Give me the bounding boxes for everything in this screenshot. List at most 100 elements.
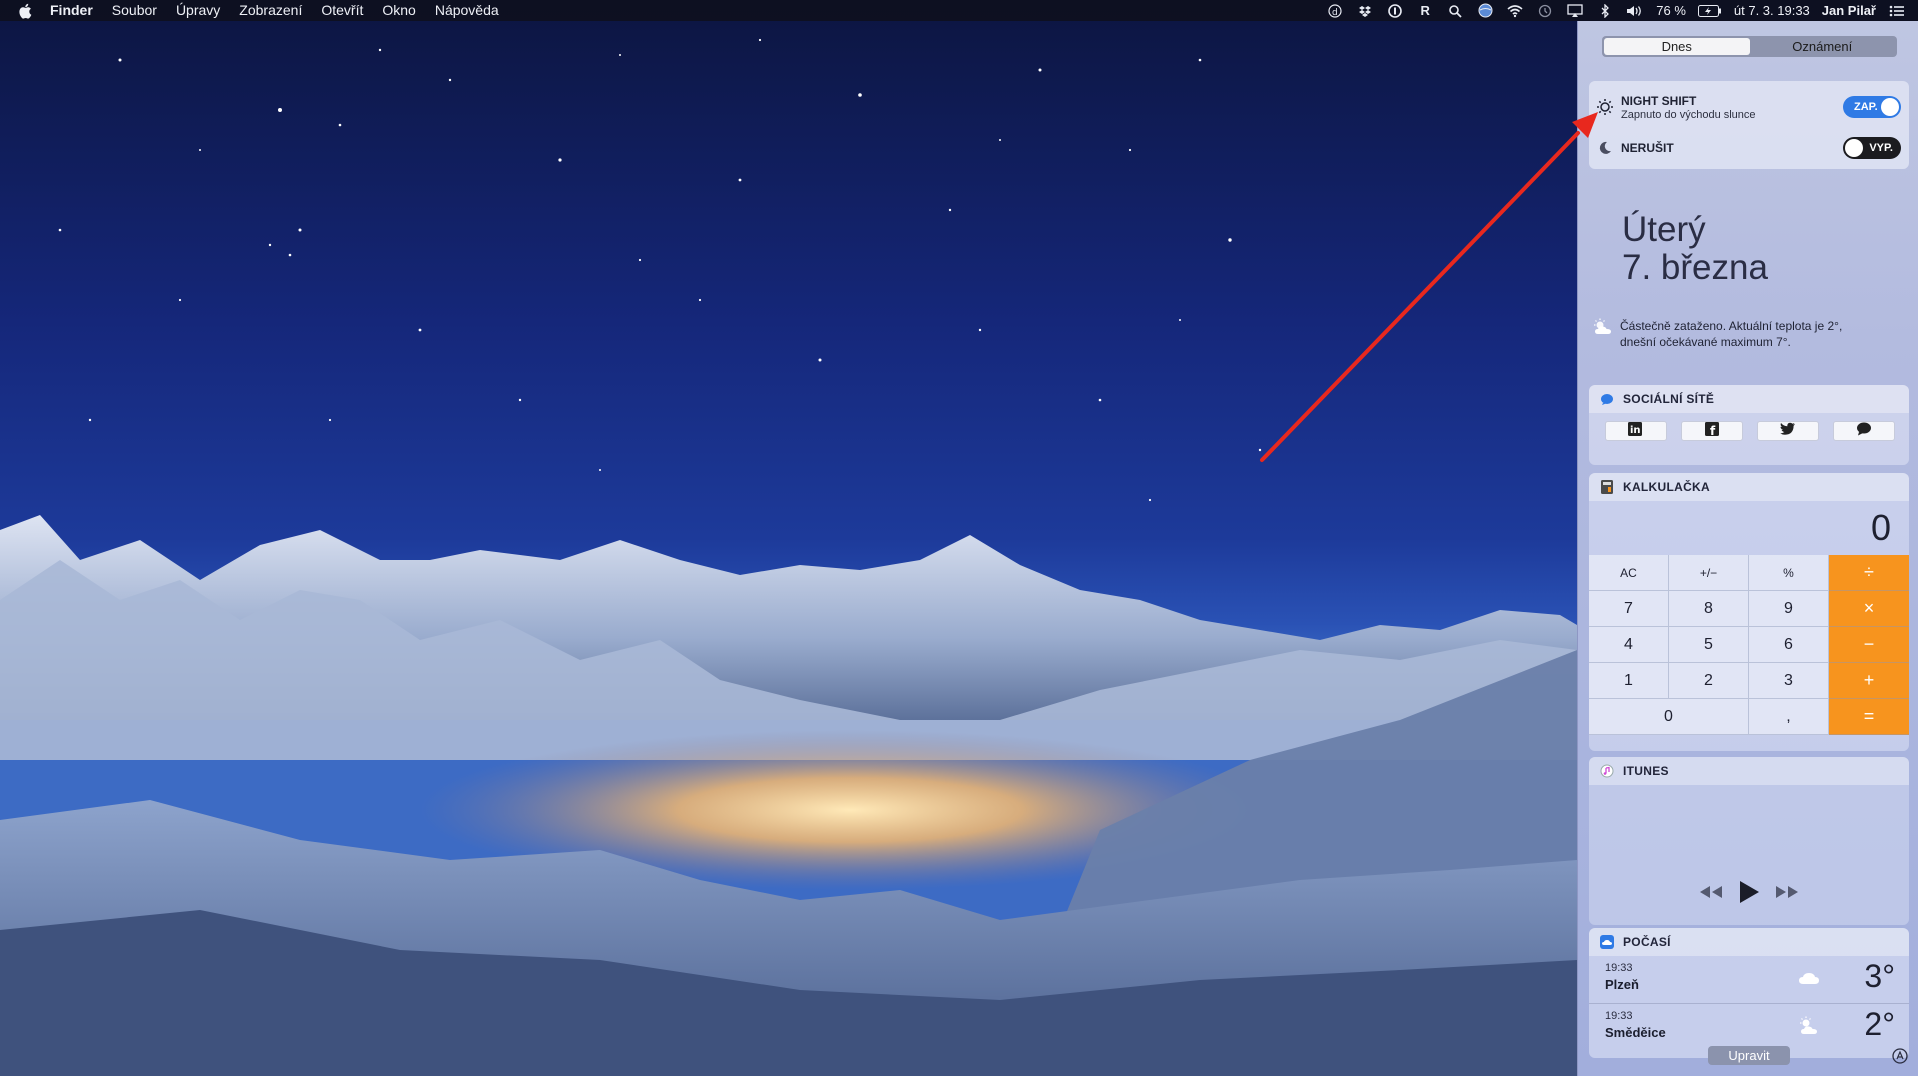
do-not-disturb-toggle[interactable]: VYP. [1843, 137, 1901, 159]
weather-row[interactable]: 19:33 Plzeň 3° [1589, 956, 1909, 1004]
weather-summary: Částečně zataženo. Aktuální teplota je 2… [1592, 318, 1902, 350]
weather-time: 19:33 [1605, 1010, 1633, 1022]
weather-widget-title: POČASÍ [1623, 935, 1671, 949]
calc-key-decimal[interactable]: , [1749, 699, 1829, 735]
calc-key-1[interactable]: 1 [1589, 663, 1669, 699]
calc-key-plus[interactable]: + [1829, 663, 1909, 699]
weather-temp: 2° [1864, 1006, 1895, 1042]
svg-text:f: f [1710, 424, 1716, 436]
itunes-controls [1589, 880, 1909, 909]
messages-icon [1856, 422, 1872, 441]
weather-summary-line1: Částečně zataženo. Aktuální teplota je 2… [1620, 319, 1843, 333]
calculator-display: 0 [1870, 507, 1891, 548]
calc-key-multiply[interactable]: × [1829, 591, 1909, 627]
dictation-icon[interactable]: d [1326, 2, 1344, 20]
volume-icon[interactable] [1626, 2, 1644, 20]
social-buttons: in f [1589, 413, 1909, 441]
linkedin-icon: in [1628, 421, 1644, 441]
weather-temp: 3° [1864, 958, 1895, 994]
weather-widget-header: POČASÍ [1589, 928, 1909, 956]
calc-key-equals[interactable]: = [1829, 699, 1909, 735]
itunes-widget-header: ITUNES [1589, 757, 1909, 785]
toggle-knob [1881, 98, 1899, 116]
messages-button[interactable] [1833, 421, 1895, 441]
calc-key-minus[interactable]: − [1829, 627, 1909, 663]
menu-okno[interactable]: Okno [382, 0, 415, 21]
night-shift-toggle-label: ZAP. [1854, 101, 1878, 113]
wifi-icon[interactable] [1506, 2, 1524, 20]
calc-key-6[interactable]: 6 [1749, 627, 1829, 663]
onepassword-icon[interactable] [1386, 2, 1404, 20]
weather-city: Směděice [1605, 1025, 1666, 1040]
calc-key-5[interactable]: 5 [1669, 627, 1749, 663]
weather-summary-line2: dnešní očekávané maximum 7°. [1620, 335, 1791, 349]
calc-key-2[interactable]: 2 [1669, 663, 1749, 699]
today-date: Úterý 7. března [1622, 211, 1768, 287]
globe-icon[interactable] [1476, 2, 1494, 20]
tab-today[interactable]: Dnes [1604, 38, 1750, 55]
facebook-button[interactable]: f [1681, 421, 1743, 441]
play-icon[interactable] [1738, 880, 1760, 909]
facebook-icon: f [1705, 421, 1719, 441]
night-shift-toggle[interactable]: ZAP. [1843, 96, 1901, 118]
calc-key-7[interactable]: 7 [1589, 591, 1669, 627]
menu-napoveda[interactable]: Nápověda [435, 0, 499, 21]
apple-menu-icon[interactable] [18, 3, 36, 19]
battery-icon[interactable] [1697, 2, 1722, 20]
tab-notifications[interactable]: Oznámení [1750, 38, 1896, 55]
calculator-widget-header: KALKULAČKA [1589, 473, 1909, 501]
edit-widgets-button[interactable]: Upravit [1708, 1046, 1790, 1065]
menu-upravy[interactable]: Úpravy [176, 0, 220, 21]
partly-cloudy-icon [1592, 318, 1614, 336]
search-icon[interactable] [1446, 2, 1464, 20]
social-widget-title: SOCIÁLNÍ SÍTĚ [1623, 392, 1715, 406]
moon-icon [1595, 138, 1615, 158]
menu-app-finder[interactable]: Finder [50, 0, 93, 21]
rewind-icon[interactable] [1698, 884, 1724, 905]
notification-center: Dnes Oznámení NIGHT SHIFT Zapnuto do výc… [1577, 21, 1918, 1076]
battery-percentage[interactable]: 76 % [1656, 3, 1686, 18]
social-widget: SOCIÁLNÍ SÍTĚ in f [1589, 385, 1909, 465]
menubar-user[interactable]: Jan Pilař [1822, 3, 1876, 18]
calc-key-4[interactable]: 4 [1589, 627, 1669, 663]
weather-city: Plzeň [1605, 977, 1639, 992]
calculator-widget-title: KALKULAČKA [1623, 480, 1710, 494]
linkedin-button[interactable]: in [1605, 421, 1667, 441]
calculator-keypad: AC +/− % ÷ 7 8 9 × 4 5 6 − 1 2 3 + 0 , = [1589, 555, 1909, 735]
do-not-disturb-toggle-label: VYP. [1869, 142, 1893, 154]
night-shift-subtitle: Zapnuto do východu slunce [1621, 108, 1756, 121]
do-not-disturb-title: NERUŠIT [1621, 141, 1674, 155]
notification-center-icon[interactable] [1888, 2, 1906, 20]
calc-key-3[interactable]: 3 [1749, 663, 1829, 699]
bluetooth-icon[interactable] [1596, 2, 1614, 20]
menu-soubor[interactable]: Soubor [112, 0, 157, 21]
menubar-clock[interactable]: út 7. 3. 19:33 [1734, 3, 1810, 18]
calc-key-9[interactable]: 9 [1749, 591, 1829, 627]
menu-otevrit[interactable]: Otevřít [321, 0, 363, 21]
calculator-widget-icon [1599, 479, 1615, 495]
notification-center-tabs: Dnes Oznámení [1602, 36, 1897, 57]
calc-key-0[interactable]: 0 [1589, 699, 1749, 735]
itunes-widget: ITUNES [1589, 757, 1909, 925]
fast-forward-icon[interactable] [1774, 884, 1800, 905]
calc-key-divide[interactable]: ÷ [1829, 555, 1909, 591]
app-store-extensions-icon[interactable] [1892, 1048, 1908, 1064]
weather-row[interactable]: 19:33 Směděice 2° [1589, 1004, 1909, 1052]
svg-text:d: d [1332, 8, 1338, 18]
menu-zobrazeni[interactable]: Zobrazení [239, 0, 302, 21]
partly-cloudy-night-icon [1797, 1016, 1821, 1036]
calc-key-ac[interactable]: AC [1589, 555, 1669, 591]
night-shift-widget: NIGHT SHIFT Zapnuto do východu slunce ZA… [1589, 81, 1909, 169]
itunes-widget-title: ITUNES [1623, 764, 1669, 778]
dropbox-icon[interactable] [1356, 2, 1374, 20]
social-widget-icon [1599, 391, 1615, 407]
toggle-knob [1845, 139, 1863, 157]
time-machine-icon[interactable] [1536, 2, 1554, 20]
airplay-icon[interactable] [1566, 2, 1584, 20]
calc-key-plus-minus[interactable]: +/− [1669, 555, 1749, 591]
calc-key-8[interactable]: 8 [1669, 591, 1749, 627]
r-icon[interactable]: R [1416, 2, 1434, 20]
calc-key-percent[interactable]: % [1749, 555, 1829, 591]
do-not-disturb-row: NERUŠIT VYP. [1589, 133, 1909, 163]
twitter-button[interactable] [1757, 421, 1819, 441]
